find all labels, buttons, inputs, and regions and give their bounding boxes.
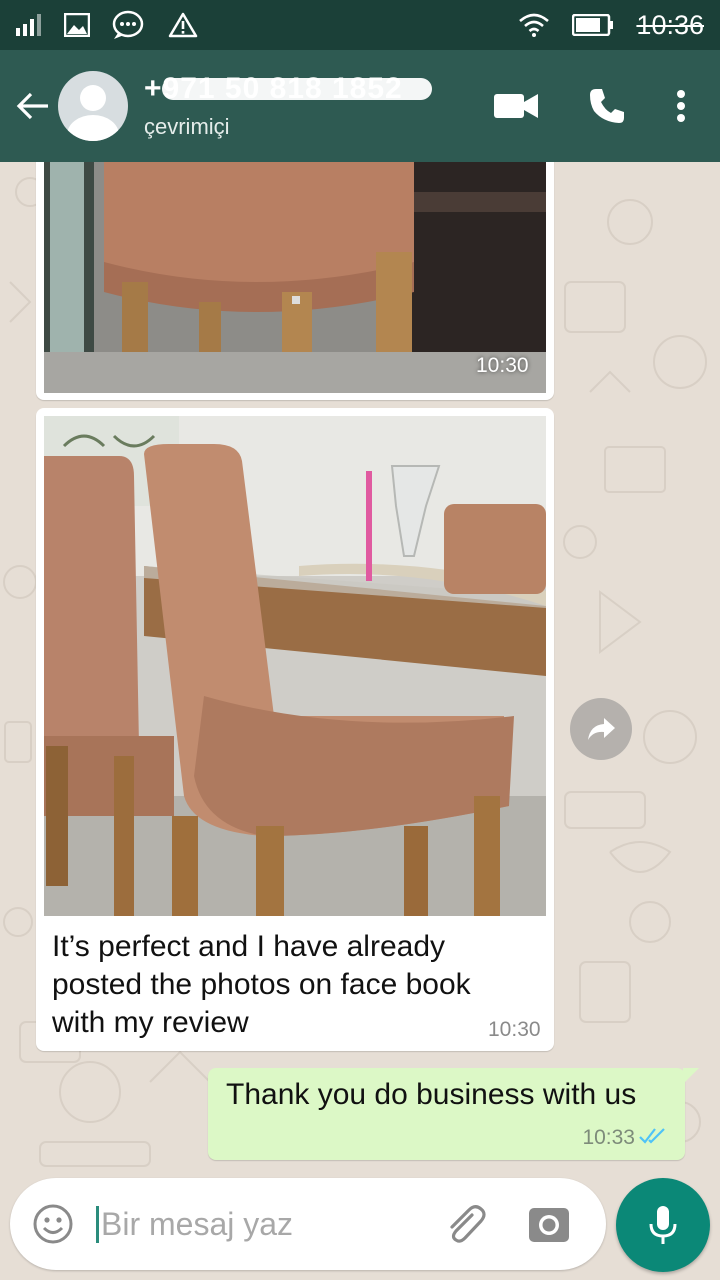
emoji-icon[interactable] [32, 1203, 74, 1245]
camera-icon[interactable] [528, 1204, 570, 1244]
chat-area[interactable]: 10:30 It’s perfect and I have already po… [0, 162, 720, 1172]
battery-icon [572, 14, 614, 36]
redaction-mark [162, 78, 432, 100]
contact-name: +971 50 818 1852 [144, 72, 432, 106]
message-time: 10:30 [488, 1018, 541, 1041]
message-caption: It’s perfect and I have already posted t… [52, 930, 471, 1039]
message-text: Thank you do business with us [226, 1078, 637, 1111]
message-text-bubble[interactable]: Thank you do business with us 10:33 [208, 1068, 699, 1160]
signal-icon [16, 14, 41, 36]
read-receipt-icon [639, 1128, 665, 1144]
message-image-bubble[interactable]: It’s perfect and I have already posted t… [36, 408, 554, 1051]
contact-avatar[interactable] [58, 71, 128, 141]
forward-icon [588, 718, 615, 740]
video-call-icon[interactable] [494, 92, 538, 120]
microphone-icon [649, 1206, 677, 1244]
message-input[interactable] [96, 1205, 426, 1243]
wifi-icon [519, 13, 550, 37]
more-vert-icon[interactable] [676, 89, 686, 123]
message-notification-icon [112, 10, 144, 39]
phone-icon[interactable] [588, 87, 626, 125]
status-clock: 10:36 [636, 9, 704, 40]
chair-photo[interactable] [44, 162, 546, 393]
chairs-photo-image [44, 416, 546, 916]
message-image-bubble[interactable]: 10:30 [36, 162, 554, 400]
contact-info[interactable]: +971 50 818 1852 çevrimiçi [144, 72, 432, 140]
status-bar: 10:36 [0, 0, 720, 50]
voice-record-button[interactable] [616, 1178, 710, 1272]
message-compose-bar [10, 1178, 606, 1270]
back-button[interactable] [8, 50, 58, 162]
warning-icon [168, 12, 198, 38]
forward-button[interactable] [570, 698, 632, 760]
message-time: 10:33 [582, 1126, 635, 1149]
message-time: 10:30 [476, 354, 529, 377]
chairs-photo[interactable] [44, 416, 546, 916]
chat-header: +971 50 818 1852 çevrimiçi [0, 50, 720, 162]
image-notification-icon [64, 13, 90, 37]
arrow-left-icon [16, 92, 48, 120]
chair-photo-image [44, 162, 546, 393]
contact-status: çevrimiçi [144, 114, 230, 139]
paperclip-icon[interactable] [442, 1201, 488, 1247]
